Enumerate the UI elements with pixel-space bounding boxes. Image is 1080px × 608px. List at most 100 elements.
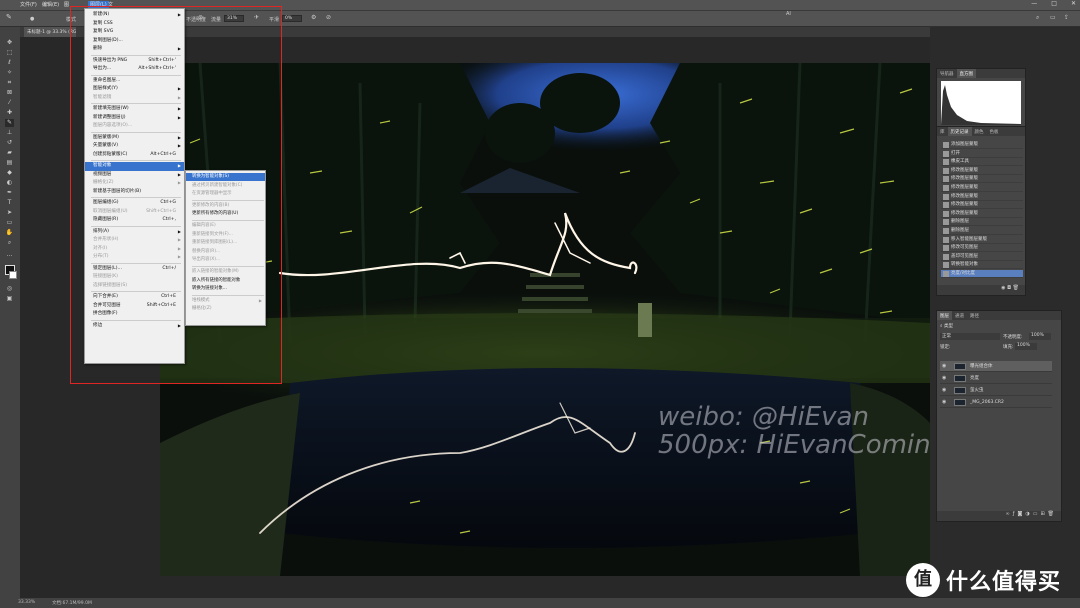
share-icon[interactable]: ⇪ (1064, 14, 1069, 21)
smooth-field[interactable]: 0% (282, 15, 302, 22)
quick-mask-icon[interactable]: ◎ (5, 285, 14, 293)
hand-tool-icon[interactable]: ✋ (5, 229, 14, 237)
tab-channels[interactable]: 通道 (952, 311, 967, 320)
camera-icon[interactable]: ◘ (1007, 285, 1011, 291)
background-color-swatch[interactable] (9, 271, 17, 279)
history-item[interactable]: 删除图层 (941, 227, 1023, 235)
document-tab[interactable]: 未标题-1 @ 33.3% (RGB/8#) (24, 27, 76, 37)
crop-tool-icon[interactable]: ⌗ (5, 79, 14, 87)
tab-libraries[interactable]: 库 (937, 127, 948, 136)
brush-tool-icon[interactable]: ✎ (6, 13, 12, 21)
history-item[interactable]: 删除图层 (941, 218, 1023, 227)
layer-row[interactable]: ◉ _MG_2063.CR2 (940, 397, 1052, 408)
layer-thumbnail (954, 363, 966, 370)
watermark-weibo: weibo: @HiEvan (658, 402, 869, 432)
layers-panel: 图层 通道 路径 ⌕ 类型 正常 不透明度: 100% 锁定: 填充: 100%… (936, 310, 1062, 522)
adjustment-icon[interactable]: ◑ (1025, 511, 1032, 517)
pressure-size-icon[interactable]: ⊘ (326, 14, 331, 21)
tab-navigator[interactable]: 导航器 (937, 69, 957, 78)
history-step-icon (943, 185, 949, 191)
eye-icon[interactable]: ◉ (942, 385, 948, 396)
zoom-tool-icon[interactable]: ⌕ (5, 239, 14, 247)
eye-icon[interactable]: ◉ (942, 373, 948, 384)
more-tools-icon[interactable]: … (5, 251, 14, 259)
healing-tool-icon[interactable]: ✚ (5, 109, 14, 117)
layer-row[interactable]: ◉ 萤火虫 (940, 385, 1052, 396)
menu-edit[interactable]: 编辑(E) (42, 1, 59, 8)
tab-color[interactable]: 颜色 (972, 127, 987, 136)
blend-mode-select[interactable]: 正常 (940, 333, 1000, 340)
shape-tool-icon[interactable]: ▭ (5, 219, 14, 227)
histogram-graph (941, 81, 1021, 125)
pen-tool-icon[interactable]: ✒ (5, 189, 14, 197)
ai-icon[interactable]: AI (786, 11, 791, 17)
brush-tool-icon-active[interactable]: ✎ (5, 119, 14, 127)
marquee-tool-icon[interactable]: ⬚ (5, 49, 14, 57)
menu-file[interactable]: 文件(F) (20, 1, 37, 8)
search-icon[interactable]: ⌕ (1036, 14, 1039, 22)
eye-icon[interactable]: ◉ (942, 397, 948, 408)
zoom-readout[interactable]: 33.33% (18, 600, 35, 605)
tab-layers[interactable]: 图层 (937, 311, 952, 320)
eraser-tool-icon[interactable]: ▰ (5, 149, 14, 157)
history-item[interactable]: 修改图层蒙版 (941, 175, 1023, 184)
tab-swatches[interactable]: 色板 (987, 127, 1002, 136)
history-step-icon (943, 236, 949, 243)
eye-icon[interactable]: ◉ (942, 361, 948, 372)
close-button[interactable]: ✕ (1071, 0, 1076, 10)
history-step-icon (943, 219, 949, 226)
menu-image[interactable]: 图 (64, 1, 69, 8)
eyedropper-tool-icon[interactable]: ⁄ (5, 99, 14, 107)
history-step-icon (943, 245, 949, 252)
link-layers-icon[interactable]: ∞ (1006, 511, 1013, 517)
minimize-button[interactable]: — (1031, 0, 1037, 10)
history-item-label: 删除图层 (951, 219, 969, 225)
history-item[interactable]: 修改图层蒙版 (941, 184, 1023, 192)
blur-tool-icon[interactable]: ◆ (5, 169, 14, 177)
stamp-tool-icon[interactable]: ⊥ (5, 129, 14, 137)
quick-select-tool-icon[interactable]: ✧ (5, 69, 14, 77)
history-panel: 库 历史记录 颜色 色板 添加图层蒙版 打开 橡皮工具 修改图层蒙版 修改图层蒙版 修改图… (936, 126, 1026, 296)
history-item[interactable]: 添加图层蒙版 (941, 141, 1023, 149)
layer-filter[interactable]: ⌕ 类型 (940, 323, 953, 329)
layer-row[interactable]: ◉ 曝光组合体 (940, 361, 1052, 372)
history-item[interactable]: 移入智能图层蒙版 (941, 236, 1023, 244)
history-item[interactable]: 修改图层蒙版 (941, 210, 1023, 218)
window-controls: — □ ✕ (1031, 0, 1076, 10)
tab-history[interactable]: 历史记录 (947, 127, 972, 136)
opacity-field[interactable]: 100% (1029, 333, 1051, 340)
layers-footer: ∞ƒ◙◑▭⊞🗑 (937, 511, 1061, 521)
history-item[interactable]: 修改图层蒙版 (941, 201, 1023, 210)
fill-field[interactable]: 100% (1015, 343, 1037, 350)
tab-histogram[interactable]: 直方图 (956, 69, 976, 78)
lasso-tool-icon[interactable]: ℓ (5, 59, 14, 67)
screen-mode-icon[interactable]: ▣ (5, 295, 14, 303)
history-step-icon (943, 193, 949, 200)
dodge-tool-icon[interactable]: ◐ (5, 179, 14, 187)
workspace-icon[interactable]: ▭ (1050, 14, 1056, 21)
history-item[interactable]: 修改图层蒙版 (941, 193, 1023, 201)
path-select-tool-icon[interactable]: ➤ (5, 209, 14, 217)
layer-row[interactable]: ◉ 亮度 (940, 373, 1052, 384)
history-item[interactable]: 转换智能对象 (941, 261, 1023, 270)
histogram-panel: 导航器 直方图 (936, 68, 1026, 128)
history-item[interactable]: 橡皮工具 (941, 158, 1023, 167)
tab-paths[interactable]: 路径 (967, 311, 982, 320)
history-item[interactable]: 盖印可见图层 (941, 253, 1023, 261)
gradient-tool-icon[interactable]: ▤ (5, 159, 14, 167)
history-item[interactable]: 修改图层蒙版 (941, 167, 1023, 175)
trash-icon[interactable]: 🗑 (1013, 285, 1019, 291)
move-tool-icon[interactable]: ✥ (5, 39, 14, 47)
new-layer-icon[interactable]: ⊞ (1040, 511, 1047, 517)
maximize-button[interactable]: □ (1051, 0, 1057, 10)
history-item[interactable]: 打开 (941, 150, 1023, 158)
history-item[interactable]: 修改可见图层 (941, 244, 1023, 253)
type-tool-icon[interactable]: T (5, 199, 14, 207)
history-item[interactable]: 亮度/对比度 (941, 270, 1023, 278)
gear-icon[interactable]: ⚙ (311, 14, 316, 21)
history-brush-tool-icon[interactable]: ↺ (5, 139, 14, 147)
brush-size-icon[interactable]: ● (30, 16, 34, 22)
frame-tool-icon[interactable]: ⊠ (5, 89, 14, 97)
snapshot-icon[interactable]: ◉ (1001, 285, 1005, 291)
delete-layer-icon[interactable]: 🗑 (1048, 511, 1057, 517)
